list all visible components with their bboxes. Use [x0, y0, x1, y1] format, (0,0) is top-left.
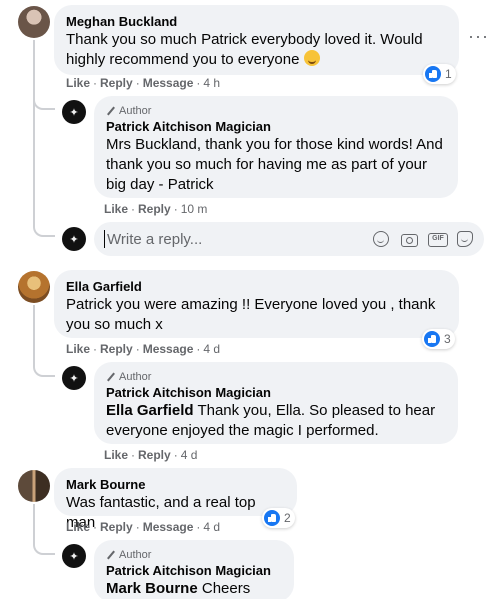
comment-text: Thank you so much Patrick everybody love…	[66, 30, 447, 70]
reaction-number: 3	[444, 332, 451, 346]
thread-line	[33, 504, 35, 534]
comment-actions: Like · Reply · Message · 4 d	[66, 342, 221, 356]
pen-icon	[106, 372, 116, 382]
message-link[interactable]: Message	[143, 76, 194, 90]
comment-actions: Like · Reply · Message · 4 h	[66, 76, 221, 90]
like-link[interactable]: Like	[104, 202, 128, 216]
mentioned-user[interactable]: Mark Bourne	[106, 580, 198, 597]
comment-text-body: Thank you so much Patrick everybody love…	[66, 31, 423, 68]
commenter-name[interactable]: Mark Bourne	[66, 476, 285, 493]
reply-composer[interactable]	[94, 222, 484, 256]
like-thumb-icon	[264, 510, 280, 526]
reply-author-name[interactable]: Patrick Aitchison Magician	[106, 562, 282, 579]
message-link[interactable]: Message	[143, 520, 194, 534]
sticker-icon[interactable]	[456, 230, 474, 248]
emoji-icon[interactable]	[372, 230, 390, 248]
reply-text: Mrs Buckland, thank you for those kind w…	[106, 136, 443, 193]
thread-connector	[33, 355, 55, 377]
like-link[interactable]: Like	[66, 76, 90, 90]
like-link[interactable]: Like	[104, 448, 128, 462]
comment-text: Patrick you were amazing !! Everyone lov…	[66, 296, 436, 333]
thread-connector	[33, 533, 55, 555]
timestamp[interactable]: 4 d	[181, 448, 198, 462]
reply-link[interactable]: Reply	[138, 448, 171, 462]
gif-icon[interactable]	[428, 230, 448, 248]
author-badge-label: Author	[119, 371, 152, 383]
avatar[interactable]	[18, 6, 50, 38]
comment-actions: Like · Reply · Message · 4 d	[66, 520, 221, 534]
reaction-number: 1	[445, 67, 452, 81]
reply-bubble: Author Patrick Aitchison Magician Mark B…	[94, 540, 294, 599]
author-avatar[interactable]: ✦	[62, 366, 86, 390]
text-caret	[104, 230, 105, 248]
reply-author-name[interactable]: Patrick Aitchison Magician	[106, 384, 446, 401]
author-avatar[interactable]: ✦	[62, 100, 86, 124]
camera-icon[interactable]	[400, 230, 418, 248]
comment-bubble: Mark Bourne Was fantastic, and a real to…	[54, 468, 297, 531]
timestamp[interactable]: 4 d	[203, 520, 220, 534]
avatar[interactable]	[18, 271, 50, 303]
reply-link[interactable]: Reply	[100, 520, 133, 534]
current-user-avatar[interactable]: ✦	[62, 227, 86, 251]
reaction-count[interactable]: 2	[262, 508, 295, 528]
commenter-name[interactable]: Ella Garfield	[66, 278, 447, 295]
author-badge-label: Author	[119, 549, 152, 561]
reply-bubble: Author Patrick Aitchison Magician Mrs Bu…	[94, 96, 458, 198]
pen-icon	[106, 106, 116, 116]
reply-text: Mark Bourne Cheers Mark!	[106, 579, 282, 599]
reaction-count[interactable]: 3	[422, 329, 455, 349]
like-thumb-icon	[424, 331, 440, 347]
comment-bubble: Meghan Buckland Thank you so much Patric…	[54, 5, 459, 75]
like-thumb-icon	[425, 66, 441, 82]
author-badge: Author	[106, 548, 282, 562]
author-badge: Author	[106, 104, 446, 118]
reply-actions: Like · Reply · 10 m	[104, 202, 208, 216]
pen-icon	[106, 550, 116, 560]
author-badge: Author	[106, 370, 446, 384]
reply-link[interactable]: Reply	[100, 342, 133, 356]
reply-actions: Like · Reply · 4 d	[104, 448, 198, 462]
thread-connector	[33, 90, 55, 110]
reaction-number: 2	[284, 511, 291, 525]
timestamp[interactable]: 4 h	[203, 76, 220, 90]
reply-link[interactable]: Reply	[138, 202, 171, 216]
message-link[interactable]: Message	[143, 342, 194, 356]
timestamp[interactable]: 4 d	[203, 342, 220, 356]
thread-line	[33, 305, 35, 357]
reaction-count[interactable]: 1	[423, 64, 456, 84]
smiling-face-emoji-icon	[303, 50, 320, 66]
timestamp[interactable]: 10 m	[181, 202, 208, 216]
like-link[interactable]: Like	[66, 342, 90, 356]
author-avatar[interactable]: ✦	[62, 544, 86, 568]
composer-tools	[372, 230, 474, 248]
avatar[interactable]	[18, 470, 50, 502]
reply-bubble: Author Patrick Aitchison Magician Ella G…	[94, 362, 458, 444]
reply-input[interactable]	[107, 230, 372, 248]
mentioned-user[interactable]: Ella Garfield	[106, 402, 194, 419]
thread-line	[33, 40, 35, 226]
reply-link[interactable]: Reply	[100, 76, 133, 90]
author-badge-label: Author	[119, 105, 152, 117]
more-options-icon[interactable]: ···	[468, 26, 489, 47]
reply-text: Ella Garfield Thank you, Ella. So please…	[106, 401, 446, 441]
reply-author-name[interactable]: Patrick Aitchison Magician	[106, 118, 446, 135]
commenter-name[interactable]: Meghan Buckland	[66, 13, 447, 30]
like-link[interactable]: Like	[66, 520, 90, 534]
thread-connector	[33, 215, 55, 237]
comment-bubble: Ella Garfield Patrick you were amazing !…	[54, 270, 459, 338]
